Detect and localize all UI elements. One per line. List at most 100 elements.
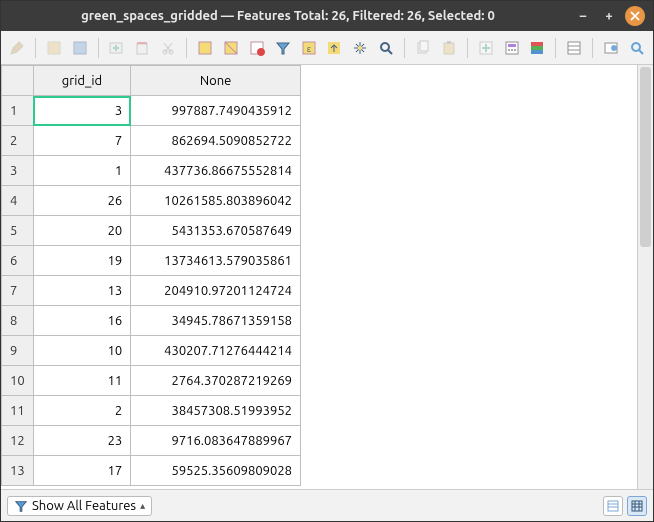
pencil-icon[interactable] [7,37,27,59]
row-header[interactable]: 5 [2,216,34,246]
table-row[interactable]: 10112764.370287219269 [2,366,301,396]
separator [592,38,593,58]
row-header[interactable]: 8 [2,306,34,336]
cell-value[interactable]: 9716.083647889967 [131,426,301,456]
cell-grid-id[interactable]: 17 [33,456,131,486]
content-area: grid_id None 13997887.749043591227862694… [1,65,653,489]
table-view-button[interactable] [627,496,647,516]
table-row[interactable]: 131759525.35609809028 [2,456,301,486]
table-row[interactable]: 42610261585.803896042 [2,186,301,216]
cell-value[interactable]: 437736.86675552814 [131,156,301,186]
copy-icon[interactable] [413,37,433,59]
table-row[interactable]: 27862694.5090852722 [2,126,301,156]
vertical-scrollbar[interactable] [637,65,653,489]
separator [98,38,99,58]
select-all-icon[interactable] [195,37,215,59]
actions-icon[interactable] [601,37,621,59]
zoom-icon[interactable] [376,37,396,59]
attribute-table[interactable]: grid_id None 13997887.749043591227862694… [1,65,301,486]
filter-icon[interactable] [273,37,293,59]
move-top-icon[interactable] [324,37,344,59]
cell-value[interactable]: 204910.97201124724 [131,276,301,306]
new-field-icon[interactable] [476,37,496,59]
form-view-button[interactable] [603,496,623,516]
cell-grid-id[interactable]: 20 [33,216,131,246]
cell-value[interactable]: 10261585.803896042 [131,186,301,216]
separator [35,38,36,58]
row-header[interactable]: 13 [2,456,34,486]
cell-grid-id[interactable]: 2 [33,396,131,426]
add-feature-icon[interactable] [106,37,126,59]
table-row[interactable]: 5205431353.670587649 [2,216,301,246]
table-row[interactable]: 13997887.7490435912 [2,96,301,126]
row-header[interactable]: 12 [2,426,34,456]
attribute-table-window: green_spaces_gridded — Features Total: 2… [0,0,654,522]
cell-grid-id[interactable]: 10 [33,336,131,366]
maximize-button[interactable]: + [599,6,619,26]
invert-select-icon[interactable] [221,37,241,59]
row-header[interactable]: 4 [2,186,34,216]
cell-value[interactable]: 430207.71276444214 [131,336,301,366]
form-view-icon[interactable] [564,37,584,59]
filter-mode-button[interactable]: Show All Features ▴ [7,496,152,516]
cell-value[interactable]: 59525.35609809028 [131,456,301,486]
blank-area [319,65,637,489]
table-row[interactable]: 31437736.86675552814 [2,156,301,186]
separator [467,38,468,58]
titlebar: green_spaces_gridded — Features Total: 2… [1,1,653,31]
cell-grid-id[interactable]: 16 [33,306,131,336]
cell-value[interactable]: 5431353.670587649 [131,216,301,246]
deselect-icon[interactable] [247,37,267,59]
table-row[interactable]: 61913734613.579035861 [2,246,301,276]
table-row[interactable]: 81634945.78671359158 [2,306,301,336]
corner-cell[interactable] [2,66,34,96]
separator [404,38,405,58]
dock-icon[interactable] [627,37,647,59]
row-header[interactable]: 10 [2,366,34,396]
row-header[interactable]: 1 [2,96,34,126]
cell-value[interactable]: 862694.5090852722 [131,126,301,156]
row-header[interactable]: 3 [2,156,34,186]
pan-icon[interactable] [350,37,370,59]
cell-grid-id[interactable]: 11 [33,366,131,396]
minimize-button[interactable]: – [573,6,593,26]
row-header[interactable]: 2 [2,126,34,156]
save-edits-icon[interactable] [70,37,90,59]
table-row[interactable]: 11238457308.51993952 [2,396,301,426]
close-button[interactable] [625,6,645,26]
cell-value[interactable]: 13734613.579035861 [131,246,301,276]
field-calc-icon[interactable] [502,37,522,59]
cut-icon[interactable] [158,37,178,59]
cell-value[interactable]: 34945.78671359158 [131,306,301,336]
multiedit-icon[interactable] [44,37,64,59]
row-header[interactable]: 9 [2,336,34,366]
row-header[interactable]: 6 [2,246,34,276]
row-header[interactable]: 11 [2,396,34,426]
cell-value[interactable]: 997887.7490435912 [131,96,301,126]
table-row[interactable]: 713204910.97201124724 [2,276,301,306]
cell-grid-id[interactable]: 3 [33,96,131,126]
cell-grid-id[interactable]: 7 [33,126,131,156]
scrollbar-thumb[interactable] [640,67,651,247]
column-header-none[interactable]: None [131,66,301,96]
table-row[interactable]: 12239716.083647889967 [2,426,301,456]
cell-value[interactable]: 38457308.51993952 [131,396,301,426]
cell-grid-id[interactable]: 1 [33,156,131,186]
select-by-value-icon[interactable]: ε [299,37,319,59]
svg-text:ε: ε [306,44,311,54]
table-row[interactable]: 910430207.71276444214 [2,336,301,366]
cell-grid-id[interactable]: 19 [33,246,131,276]
separator [555,38,556,58]
column-header-grid-id[interactable]: grid_id [33,66,131,96]
cell-grid-id[interactable]: 13 [33,276,131,306]
row-header[interactable]: 7 [2,276,34,306]
cell-value[interactable]: 2764.370287219269 [131,366,301,396]
chevron-up-icon: ▴ [140,500,145,512]
paste-icon[interactable] [439,37,459,59]
cell-grid-id[interactable]: 26 [33,186,131,216]
delete-feature-icon[interactable] [132,37,152,59]
cell-grid-id[interactable]: 23 [33,426,131,456]
separator [186,38,187,58]
filter-icon [14,499,28,513]
conditional-format-icon[interactable] [527,37,547,59]
